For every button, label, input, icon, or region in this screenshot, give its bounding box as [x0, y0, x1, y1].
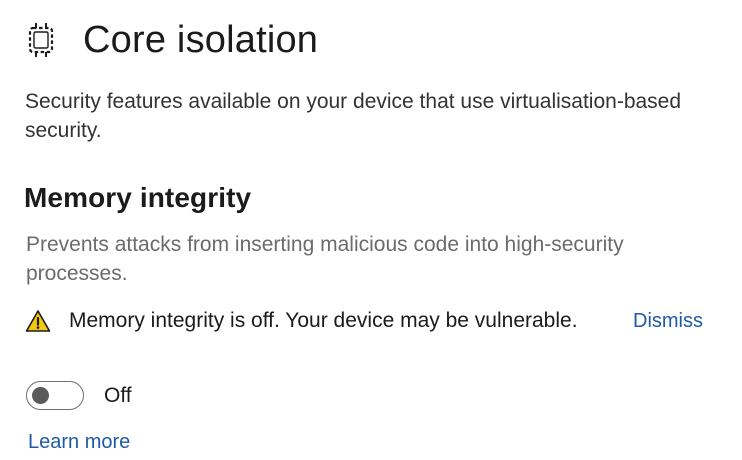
section-title-memory-integrity: Memory integrity	[24, 182, 252, 213]
warning-triangle-icon	[25, 309, 51, 333]
section-description: Prevents attacks from inserting maliciou…	[26, 233, 624, 285]
warning-text: Memory integrity is off. Your device may…	[69, 309, 578, 332]
toggle-knob	[32, 387, 49, 404]
page-header: Core isolation	[24, 16, 318, 64]
page-title: Core isolation	[83, 19, 319, 61]
toggle-state-label: Off	[104, 383, 132, 407]
learn-more-link[interactable]: Learn more	[28, 430, 130, 454]
core-isolation-page: Core isolation Security features availab…	[0, 0, 742, 460]
core-isolation-chip-icon	[24, 19, 58, 61]
page-description: Security features available on your devi…	[25, 90, 682, 142]
warning-banner: Memory integrity is off. Your device may…	[25, 305, 578, 337]
memory-integrity-toggle[interactable]	[26, 381, 84, 410]
dismiss-link[interactable]: Dismiss	[633, 309, 703, 333]
memory-integrity-toggle-row: Off	[26, 380, 132, 411]
